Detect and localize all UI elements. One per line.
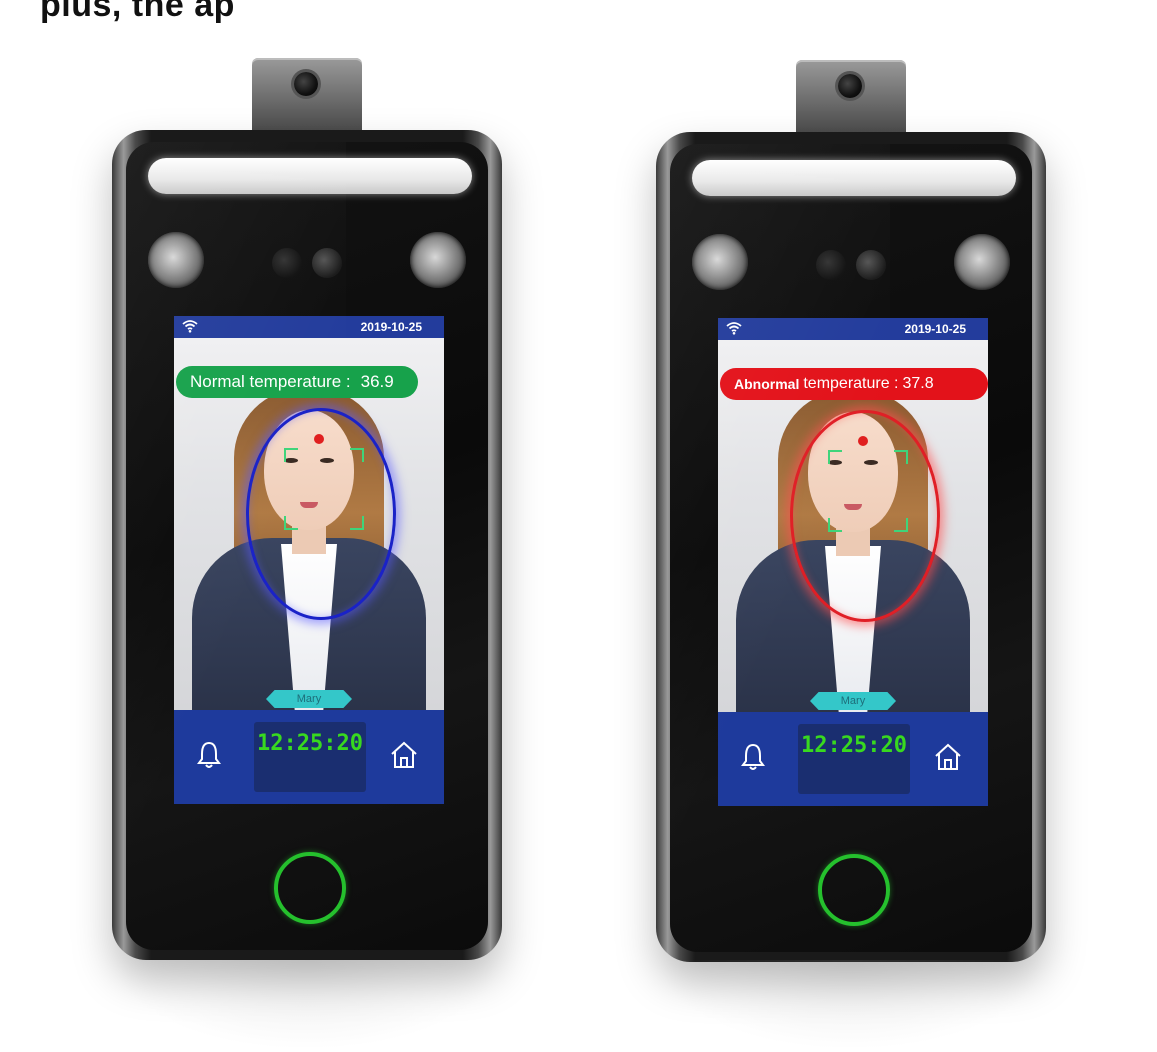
ir-light-left [148,232,204,288]
camera-lens-2 [856,250,886,280]
clock-display: 12:25:20 [798,724,910,794]
status-bar: 2019-10-25 [718,318,988,340]
subject-blazer [736,540,970,720]
temperature-terminal-normal: 2019-10-25 Normal temperature: 36.9 Mar… [112,58,502,960]
device-frame: 2019-10-25 [112,130,502,960]
fill-light-bar [148,158,472,194]
subject-shirt [281,544,337,714]
temperature-status-pill: Normal temperature : 36.9 [176,366,418,398]
thermal-lens [294,72,318,96]
camera-lens-2 [312,248,342,278]
thermal-lens [838,74,862,98]
face-bracket-tl [284,448,298,462]
face-bracket-br [350,516,364,530]
fill-light-bar [692,160,1016,196]
face-bracket-tr [350,448,364,462]
bottom-control-bar: 12:25:20 [718,712,988,806]
ir-light-left [692,234,748,290]
recognized-name-tag: Mary [266,690,352,708]
subject-neck [836,526,870,556]
thermal-sensor-module [252,58,362,130]
ir-light-right [410,232,466,288]
home-icon[interactable] [390,740,418,770]
wifi-icon [182,320,198,333]
display-screen[interactable]: 2019-10-25 [174,316,444,804]
forehead-measure-dot [314,434,324,444]
eye-left [828,460,842,465]
forehead-measure-dot [858,436,868,446]
camera-lens-1 [272,248,302,278]
temperature-status-word: Abnormal [734,376,800,392]
face-bracket-tl [828,450,842,464]
status-bar: 2019-10-25 [174,316,444,338]
temperature-value: 36.9 [360,372,394,391]
recognized-name-tag: Mary [810,692,896,710]
display-screen[interactable]: 2019-10-25 [718,318,988,806]
eye-right [864,460,878,465]
face-detection-ring [246,408,396,620]
bell-icon[interactable] [740,742,766,772]
bell-icon[interactable] [196,740,222,770]
temperature-terminal-abnormal: 2019-10-25 Abnormal temperature: 37.8 M… [656,60,1046,962]
home-icon[interactable] [934,742,962,772]
clock-display: 12:25:20 [254,722,366,792]
status-date: 2019-10-25 [360,320,422,334]
eye-right [320,458,334,463]
face-bracket-tr [894,450,908,464]
temperature-label: Normal temperature : [190,372,351,391]
subject-neck [292,524,326,554]
mouth [844,504,862,510]
face-detection-ring [790,410,940,622]
face-bracket-br [894,518,908,532]
ir-light-right [954,234,1010,290]
face-bracket-bl [828,518,842,532]
temperature-label: temperature : [803,375,899,392]
thermal-sensor-module [796,60,906,132]
mouth [300,502,318,508]
floor-reflection-left [112,960,502,1050]
status-date: 2019-10-25 [904,322,966,336]
eye-left [284,458,298,463]
device-frame: 2019-10-25 [656,132,1046,962]
floor-reflection-right [656,960,1046,1050]
face-bracket-bl [284,516,298,530]
top-heading-fragment: plus, the ap [40,0,235,24]
subject-face [264,410,354,530]
bottom-control-bar: 12:25:20 [174,710,444,804]
subject-blazer [192,538,426,718]
camera-lens-1 [816,250,846,280]
subject-face [808,412,898,532]
front-glass-panel: 2019-10-25 [126,142,488,950]
camera-preview: Normal temperature : 36.9 Mary [174,338,444,718]
front-glass-panel: 2019-10-25 [670,144,1032,952]
wifi-icon [726,322,742,335]
fingerprint-ring-icon[interactable] [274,852,346,924]
camera-preview: Abnormal temperature : 37.8 Mary [718,340,988,720]
fingerprint-ring-icon[interactable] [818,854,890,926]
temperature-status-pill: Abnormal temperature : 37.8 [720,368,988,400]
temperature-value: 37.8 [902,375,934,392]
subject-shirt [825,546,881,716]
